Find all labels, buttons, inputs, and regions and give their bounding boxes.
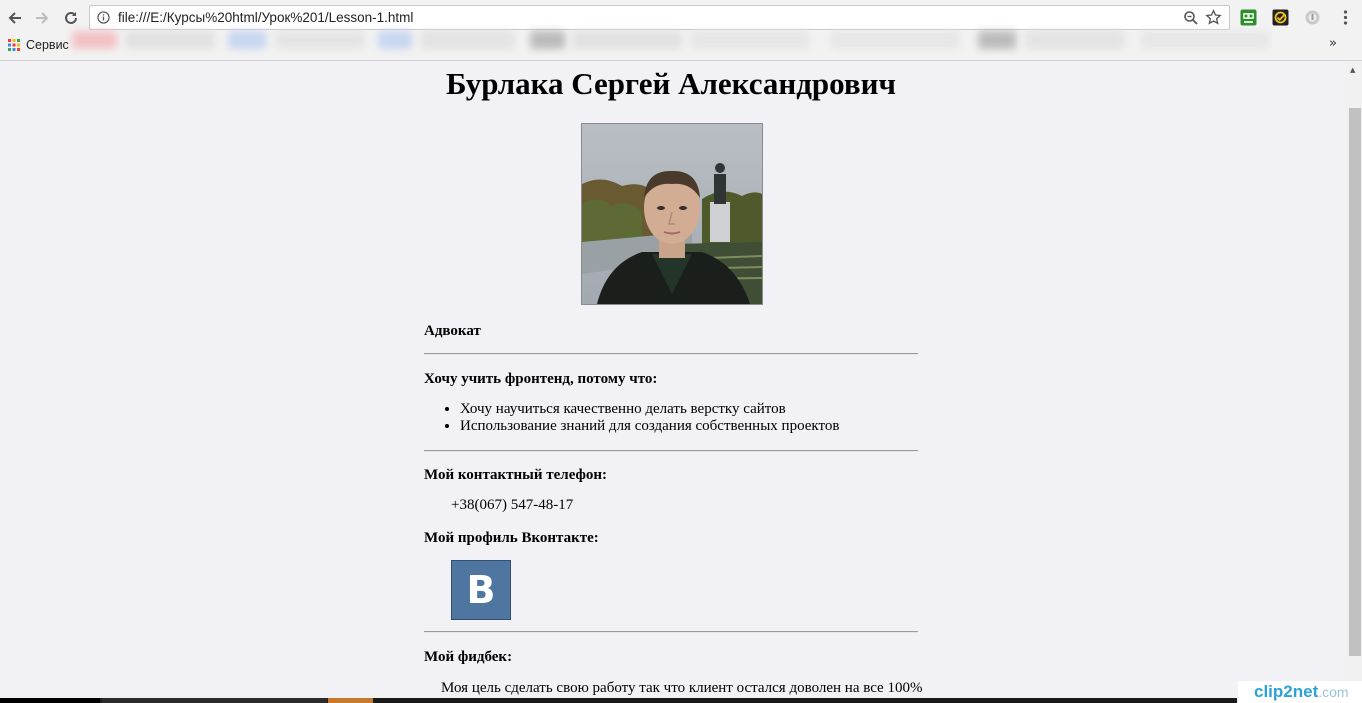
back-arrow-icon — [8, 12, 21, 24]
watermark-brand: clip2net — [1254, 682, 1319, 701]
person-name-heading: Бурлака Сергей Александрович — [446, 66, 896, 101]
blurred-bookmark[interactable] — [378, 31, 412, 49]
blurred-bookmark[interactable] — [830, 31, 960, 49]
list-item: Хочу научиться качественно делать верстк… — [460, 401, 839, 418]
blurred-bookmark[interactable] — [690, 31, 810, 49]
taskbar-strip — [0, 698, 1237, 703]
blurred-bookmark[interactable] — [125, 31, 215, 49]
blurred-bookmark[interactable] — [1025, 31, 1125, 49]
watermark-domain: .com — [1318, 684, 1349, 700]
feedback-text: Моя цель сделать свою работу так что кли… — [441, 680, 923, 696]
bookmark-star-icon[interactable] — [1205, 9, 1222, 26]
profile-photo — [581, 123, 763, 305]
browser-menu-icon[interactable] — [1337, 9, 1354, 26]
feedback-heading: Мой фидбек: — [424, 649, 513, 665]
back-button[interactable] — [4, 7, 26, 29]
blurred-bookmark[interactable] — [420, 31, 515, 49]
scroll-up-arrow-icon[interactable]: ▲ — [1350, 66, 1355, 74]
apps-label[interactable]: Сервис — [26, 38, 69, 52]
apps-grid-icon[interactable] — [8, 39, 20, 51]
address-bar[interactable]: file:///E:/Курсы%20html/Урок%201/Lesson-… — [89, 5, 1230, 30]
blurred-bookmark[interactable] — [572, 31, 682, 49]
reasons-list: Хочу научиться качественно делать верстк… — [424, 401, 839, 435]
blurred-bookmark[interactable] — [1140, 31, 1270, 49]
forward-arrow-icon — [36, 12, 49, 24]
blurred-bookmark[interactable] — [72, 31, 117, 49]
reload-icon — [65, 11, 77, 24]
section-divider — [424, 450, 918, 452]
profession-label: Адвокат — [424, 323, 481, 339]
phone-number: +38(067) 547-48-17 — [451, 497, 574, 513]
list-item: Использование знаний для создания собств… — [460, 418, 839, 435]
blurred-bookmark[interactable] — [530, 31, 565, 49]
section-divider — [424, 631, 918, 633]
forward-button[interactable] — [31, 7, 53, 29]
clip2net-watermark: clip2net.com — [1238, 681, 1362, 703]
bookmarks-overflow-button[interactable]: » — [1329, 36, 1337, 51]
vk-logo-icon: B — [466, 568, 496, 612]
page-viewport: Бурлака Сергей Александрович Адвокат Хоч… — [0, 61, 1345, 703]
vk-profile-heading: Мой профиль Вконтакте: — [424, 530, 599, 546]
why-frontend-heading: Хочу учить фронтенд, потому что: — [424, 371, 658, 387]
reload-button[interactable] — [60, 7, 82, 29]
scrollbar-thumb[interactable] — [1349, 108, 1361, 656]
vk-profile-link[interactable]: B — [451, 560, 511, 620]
profile-photo-image — [582, 124, 762, 304]
zoom-icon[interactable] — [1183, 10, 1199, 26]
section-divider — [424, 353, 918, 355]
blurred-bookmark[interactable] — [228, 31, 266, 49]
blurred-bookmark[interactable] — [978, 31, 1016, 49]
extension-checkmark-icon[interactable] — [1272, 9, 1289, 26]
address-url[interactable]: file:///E:/Курсы%20html/Урок%201/Lesson-… — [118, 10, 413, 25]
extension-green-icon[interactable] — [1240, 9, 1257, 26]
extension-grey-icon[interactable] — [1304, 9, 1321, 26]
phone-heading: Мой контактный телефон: — [424, 467, 608, 483]
info-icon[interactable] — [97, 11, 110, 24]
blurred-bookmark[interactable] — [275, 31, 365, 49]
